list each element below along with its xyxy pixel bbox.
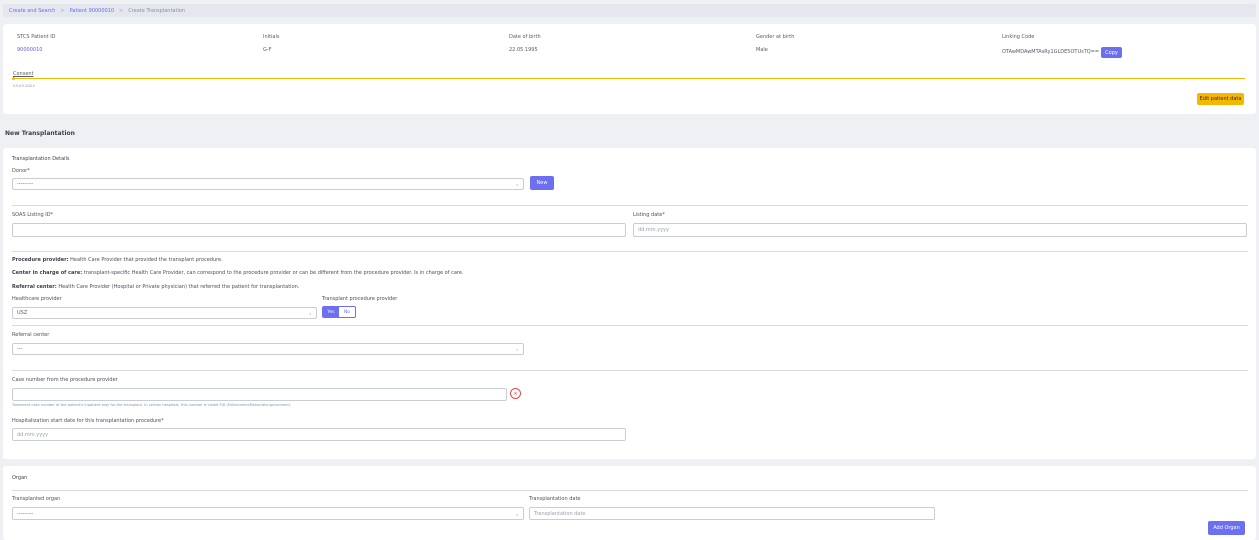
edit-patient-button[interactable]: Edit patient data	[1197, 93, 1244, 105]
info-text: Health Care Provider that provided the t…	[70, 257, 223, 263]
transplanted-organ-select[interactable]: --------- ⌄	[12, 507, 524, 520]
listing-date-input[interactable]: dd.mm.yyyy	[633, 223, 1247, 237]
soas-listing-input[interactable]	[12, 223, 626, 237]
consent-date: 03.03.2024	[13, 83, 35, 88]
toggle-yes[interactable]: Yes	[323, 307, 339, 317]
divider	[12, 251, 1248, 252]
consent-label: Consent	[13, 71, 34, 77]
info-text: transplant-specific Health Care Provider…	[83, 270, 464, 276]
transplant-procedure-provider-label: Transplant procedure provider	[322, 296, 398, 302]
case-number-input[interactable]	[12, 388, 507, 401]
gender-label: Gender at birth	[756, 34, 795, 40]
hospitalization-start-placeholder: dd.mm.yyyy	[17, 431, 49, 438]
divider	[12, 205, 1248, 206]
healthcare-provider-label: Healthcare provider	[12, 296, 62, 302]
divider	[12, 370, 1248, 371]
referral-center-select[interactable]: --- ⌄	[12, 343, 524, 355]
info-center-in-charge: Center in charge of care: transplant-spe…	[12, 270, 464, 276]
transplantation-date-label: Transplantation date	[529, 496, 581, 502]
initials-value: G-F	[263, 47, 272, 53]
consent-marker	[12, 77, 15, 80]
breadcrumb-current: Create Transplantation	[128, 7, 186, 14]
dob-label: Date of birth	[509, 34, 541, 40]
info-term: Procedure provider:	[12, 257, 69, 263]
copy-button[interactable]: Copy	[1101, 47, 1122, 58]
info-term: Referral center:	[12, 284, 57, 290]
info-text: Health Care Provider (Hospital or Privat…	[58, 284, 300, 290]
breadcrumb-separator: >	[60, 7, 65, 14]
chevron-down-icon: ⌄	[515, 181, 519, 187]
donor-selected-value: ---------	[17, 181, 34, 187]
soas-listing-label: SOAS Listing ID*	[12, 212, 54, 218]
dob-value: 22.05.1995	[509, 47, 538, 53]
page-title: New Transplantation	[5, 130, 75, 137]
organ-card: Organ Transplanted organ --------- ⌄ Tra…	[3, 466, 1256, 540]
listing-date-placeholder: dd.mm.yyyy	[638, 227, 670, 233]
chevron-down-icon: ⌄	[515, 511, 519, 516]
case-number-label: Case number from the procedure provider	[12, 377, 118, 383]
breadcrumb-separator: >	[119, 7, 124, 14]
info-procedure-provider: Procedure provider: Health Care Provider…	[12, 257, 223, 263]
donor-select[interactable]: --------- ⌄	[12, 178, 524, 190]
add-organ-button[interactable]: Add Organ	[1208, 521, 1245, 535]
transplanted-organ-label: Transplanted organ	[12, 496, 61, 502]
healthcare-provider-value: USZ	[17, 310, 28, 316]
divider	[12, 490, 1248, 491]
healthcare-provider-select[interactable]: USZ ⌄	[12, 307, 317, 319]
initials-label: Initials	[263, 34, 280, 40]
case-number-hint: Treatment case number of the patient's i…	[12, 403, 292, 407]
toggle-no[interactable]: No	[339, 307, 355, 317]
hospitalization-start-label: Hospitalization start date for this tran…	[12, 418, 164, 424]
referral-center-value: ---	[17, 346, 23, 352]
chevron-down-icon: ⌄	[515, 346, 519, 352]
divider	[12, 325, 1248, 326]
gender-value: Male	[756, 47, 768, 53]
breadcrumb-create-search[interactable]: Create and Search	[9, 8, 55, 14]
transplantation-date-placeholder: Transplantation date	[534, 510, 586, 517]
transplant-procedure-provider-toggle[interactable]: Yes No	[322, 306, 356, 318]
transplanted-organ-value: ---------	[17, 510, 34, 517]
breadcrumb-patient[interactable]: Patient 90000010	[70, 8, 114, 14]
referral-center-label: Referral center	[12, 332, 50, 338]
linking-code-value: OTAwMDAwMTAsRy1GLDE5OTUsTQ==	[1002, 49, 1100, 55]
chevron-down-icon: ⌄	[308, 310, 312, 316]
transplantation-details-card: Transplantation Details Donor* ---------…	[3, 148, 1256, 459]
details-title: Transplantation Details	[12, 156, 70, 162]
transplantation-date-input[interactable]: Transplantation date	[529, 507, 935, 520]
stcs-id-link[interactable]: 90000010	[17, 47, 42, 53]
listing-date-label: Listing date*	[633, 212, 665, 218]
patient-card: STCS Patient ID 90000010 Initials G-F Da…	[3, 24, 1256, 114]
linking-code-label: Linking Code	[1002, 34, 1035, 40]
new-donor-button[interactable]: New	[530, 176, 554, 190]
stcs-id-label: STCS Patient ID	[17, 34, 56, 40]
info-referral-center: Referral center: Health Care Provider (H…	[12, 284, 299, 290]
clear-icon[interactable]: ×	[510, 388, 521, 399]
hospitalization-start-input[interactable]: dd.mm.yyyy	[12, 428, 626, 441]
info-term: Center in charge of care:	[12, 270, 83, 276]
organ-title: Organ	[12, 475, 28, 481]
consent-timeline	[13, 78, 1245, 79]
donor-label: Donor*	[12, 168, 30, 174]
breadcrumb: Create and Search > Patient 90000010 > C…	[3, 4, 1256, 17]
